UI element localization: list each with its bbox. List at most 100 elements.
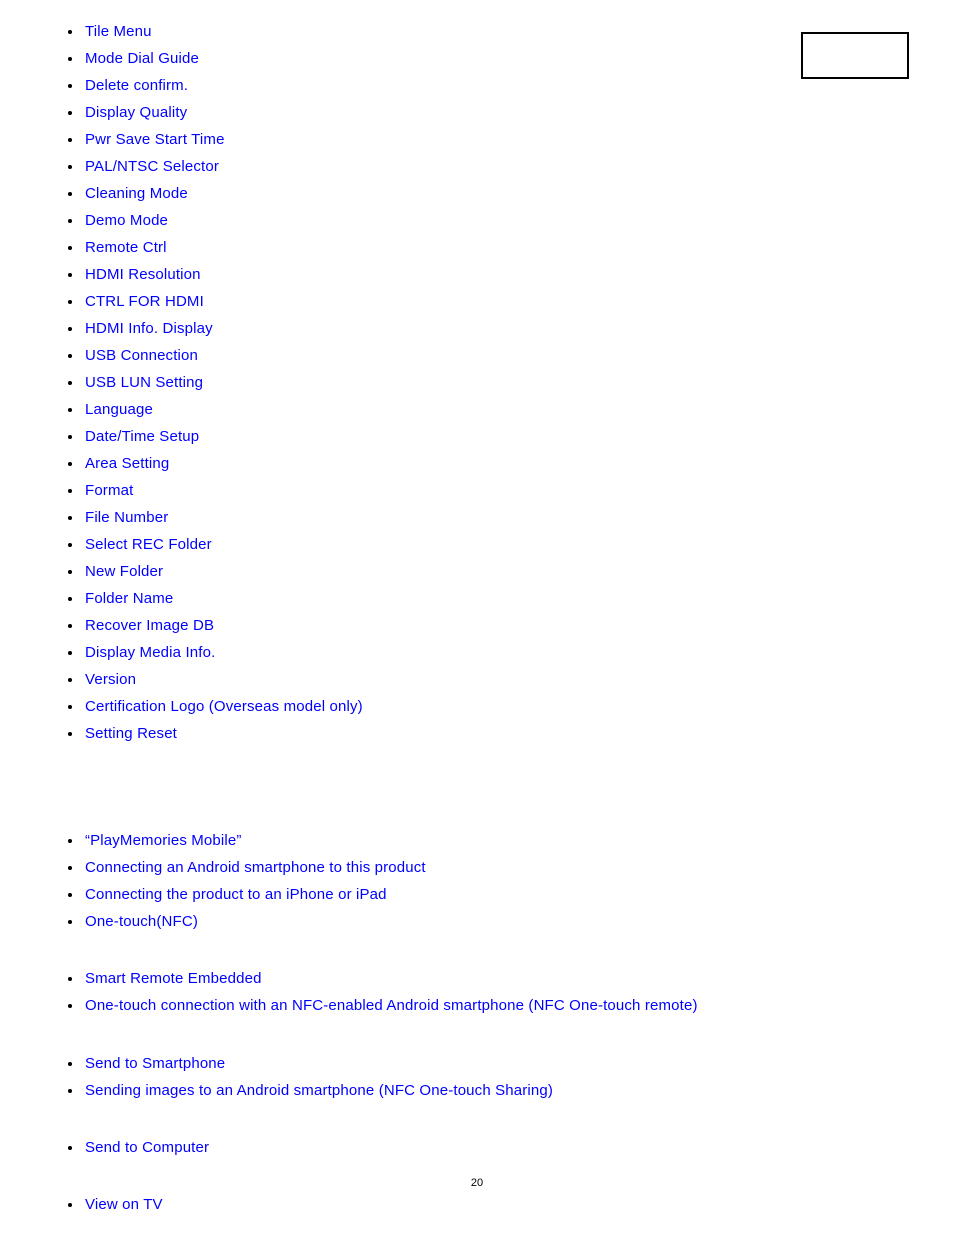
list-item[interactable]: PAL/NTSC Selector: [0, 153, 363, 180]
list-item[interactable]: Connecting the product to an iPhone or i…: [0, 881, 426, 908]
toc-link[interactable]: USB LUN Setting: [85, 374, 203, 391]
list-item[interactable]: Display Media Info.: [0, 639, 363, 666]
list-item[interactable]: Send to Smartphone: [0, 1050, 553, 1077]
bullet-icon: [68, 56, 72, 61]
toc-link[interactable]: Display Quality: [85, 104, 187, 121]
list-item[interactable]: Pwr Save Start Time: [0, 126, 363, 153]
toc-link[interactable]: Date/Time Setup: [85, 428, 199, 445]
list-item[interactable]: One-touch connection with an NFC-enabled…: [0, 992, 698, 1019]
list-item[interactable]: Select REC Folder: [0, 531, 363, 558]
bullet-icon: [68, 164, 72, 169]
bullet-icon: [68, 1003, 72, 1008]
list-item[interactable]: Send to Computer: [0, 1134, 209, 1161]
list-item[interactable]: Cleaning Mode: [0, 180, 363, 207]
list-item[interactable]: Tile Menu: [0, 18, 363, 45]
toc-link[interactable]: Connecting an Android smartphone to this…: [85, 859, 426, 876]
toc-link[interactable]: Display Media Info.: [85, 644, 215, 661]
list-item[interactable]: File Number: [0, 504, 363, 531]
list-item[interactable]: Recover Image DB: [0, 612, 363, 639]
bullet-icon: [68, 326, 72, 331]
toc-link[interactable]: Certification Logo (Overseas model only): [85, 698, 363, 715]
list-item[interactable]: Remote Ctrl: [0, 234, 363, 261]
toc-link[interactable]: CTRL FOR HDMI: [85, 293, 204, 310]
toc-link[interactable]: Mode Dial Guide: [85, 50, 199, 67]
toc-link[interactable]: Tile Menu: [85, 23, 152, 40]
toc-link[interactable]: Connecting the product to an iPhone or i…: [85, 886, 387, 903]
link-group-send-to-computer-items: Send to Computer: [0, 1134, 209, 1161]
toc-link[interactable]: Sending images to an Android smartphone …: [85, 1082, 553, 1099]
toc-link[interactable]: Language: [85, 401, 153, 418]
toc-link[interactable]: View on TV: [85, 1196, 163, 1213]
list-item[interactable]: Language: [0, 396, 363, 423]
toc-link[interactable]: Setting Reset: [85, 725, 177, 742]
toc-link[interactable]: Cleaning Mode: [85, 185, 188, 202]
list-item[interactable]: Setting Reset: [0, 720, 363, 747]
bullet-icon: [68, 569, 72, 574]
list-item[interactable]: Certification Logo (Overseas model only): [0, 693, 363, 720]
toc-link[interactable]: Remote Ctrl: [85, 239, 167, 256]
bullet-icon: [68, 272, 72, 277]
list-item[interactable]: Area Setting: [0, 450, 363, 477]
toc-link[interactable]: File Number: [85, 509, 168, 526]
list-item[interactable]: Format: [0, 477, 363, 504]
page-number: 20: [470, 1177, 484, 1189]
toc-link[interactable]: Version: [85, 671, 136, 688]
bullet-icon: [68, 650, 72, 655]
bullet-icon: [68, 380, 72, 385]
bullet-icon: [68, 245, 72, 250]
list-item[interactable]: Connecting an Android smartphone to this…: [0, 854, 426, 881]
link-group-view-on-tv-items: View on TV: [0, 1191, 163, 1218]
list-item[interactable]: USB Connection: [0, 342, 363, 369]
toc-link[interactable]: Format: [85, 482, 133, 499]
toc-link[interactable]: Area Setting: [85, 455, 169, 472]
toc-link[interactable]: Demo Mode: [85, 212, 168, 229]
bullet-icon: [68, 704, 72, 709]
toc-link[interactable]: New Folder: [85, 563, 163, 580]
bullet-icon: [68, 1061, 72, 1066]
bullet-icon: [68, 29, 72, 34]
toc-link[interactable]: Pwr Save Start Time: [85, 131, 225, 148]
list-item[interactable]: Folder Name: [0, 585, 363, 612]
list-item[interactable]: Demo Mode: [0, 207, 363, 234]
list-item[interactable]: Display Quality: [0, 99, 363, 126]
toc-link[interactable]: Send to Computer: [85, 1139, 209, 1156]
bullet-icon: [68, 353, 72, 358]
bullet-icon: [68, 110, 72, 115]
toc-link[interactable]: PAL/NTSC Selector: [85, 158, 219, 175]
list-item[interactable]: Smart Remote Embedded: [0, 965, 698, 992]
toc-link[interactable]: Recover Image DB: [85, 617, 214, 634]
list-item[interactable]: CTRL FOR HDMI: [0, 288, 363, 315]
toc-link[interactable]: Send to Smartphone: [85, 1055, 225, 1072]
list-item[interactable]: Date/Time Setup: [0, 423, 363, 450]
list-item[interactable]: One-touch(NFC): [0, 908, 426, 935]
list-item[interactable]: View on TV: [0, 1191, 163, 1218]
list-item[interactable]: Mode Dial Guide: [0, 45, 363, 72]
list-item[interactable]: HDMI Info. Display: [0, 315, 363, 342]
list-item[interactable]: Delete confirm.: [0, 72, 363, 99]
bullet-icon: [68, 488, 72, 493]
link-group-send-to-smartphone-items: Send to Smartphone Sending images to an A…: [0, 1050, 553, 1104]
toc-link[interactable]: One-touch(NFC): [85, 913, 198, 930]
list-item[interactable]: HDMI Resolution: [0, 261, 363, 288]
bullet-icon: [68, 976, 72, 981]
list-item[interactable]: USB LUN Setting: [0, 369, 363, 396]
bullet-icon: [68, 83, 72, 88]
toc-link[interactable]: “PlayMemories Mobile”: [85, 832, 242, 849]
list-item[interactable]: “PlayMemories Mobile”: [0, 827, 426, 854]
list-item[interactable]: Sending images to an Android smartphone …: [0, 1077, 553, 1104]
bullet-icon: [68, 137, 72, 142]
toc-link[interactable]: HDMI Info. Display: [85, 320, 213, 337]
list-item[interactable]: Version: [0, 666, 363, 693]
bullet-icon: [68, 218, 72, 223]
toc-link[interactable]: Smart Remote Embedded: [85, 970, 262, 987]
toc-link[interactable]: Delete confirm.: [85, 77, 188, 94]
toc-link[interactable]: HDMI Resolution: [85, 266, 201, 283]
bullet-icon: [68, 596, 72, 601]
bullet-icon: [68, 1088, 72, 1093]
toc-link[interactable]: Folder Name: [85, 590, 173, 607]
bullet-icon: [68, 407, 72, 412]
list-item[interactable]: New Folder: [0, 558, 363, 585]
toc-link[interactable]: USB Connection: [85, 347, 198, 364]
toc-link[interactable]: Select REC Folder: [85, 536, 212, 553]
toc-link[interactable]: One-touch connection with an NFC-enabled…: [85, 997, 698, 1014]
